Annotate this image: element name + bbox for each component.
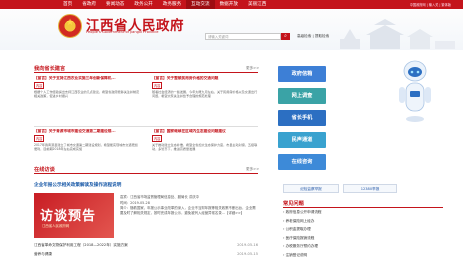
interviews-divider [34, 173, 258, 174]
discipline-report-button[interactable]: 纪检监察举报 [283, 184, 339, 193]
report-12380-button[interactable]: 12380举报 [343, 184, 397, 193]
mailbox-title[interactable]: 我向省长建言 [34, 65, 65, 72]
mailbox-item[interactable]: 【留言】关于青源市城市建设交通第二期建设规... 内容 2017年我青源县建立了… [34, 129, 140, 160]
interviews-section-header: 在线访谈 [34, 166, 55, 173]
mailbox-item[interactable]: 【留言】关于整顿民用房价格的交通问题 内容 随着社会经济的一些发展，今年大概九月… [152, 76, 258, 107]
faq-item[interactable]: › 办税服务厅预约办理 [283, 244, 443, 249]
quick-button[interactable]: 网上调查 [278, 88, 326, 104]
mailbox-item-question[interactable]: 【留言】国家继续在区域内生态建设问题建议 [152, 129, 258, 134]
interviews-more-link[interactable]: 更多>> [246, 167, 259, 172]
search-icon[interactable]: ⌕ [281, 33, 290, 40]
nav-item[interactable]: 数据开放 [215, 0, 243, 9]
faq-item[interactable]: › 公积金提取办理 [283, 227, 443, 232]
nav-item[interactable]: 省政府 [77, 0, 101, 9]
nav-item[interactable]: 政务服务 [158, 0, 186, 9]
nav-item[interactable]: 互动交流 [186, 0, 215, 9]
interview-feature-title[interactable]: 企业年报公示相关政策解读及操作流程说明 [34, 182, 121, 188]
nav-item[interactable]: 要闻动态 [101, 0, 129, 9]
top-nav-items: 首页 省政府 要闻动态 政务公开 政务服务 互动交流 数据开放 美丽江西 [58, 0, 271, 9]
mailbox-item-tag: 内容 [152, 82, 163, 89]
nav-item[interactable]: 政务公开 [129, 0, 157, 9]
interview-list-item-date: 2019-05-15 [237, 252, 258, 256]
mailbox-item-body: 2017年我青源县建立了城市交通第二期建设规划，希望能实现城市交通更加便利，目前… [34, 143, 138, 152]
mailbox-section-header: 我向省长建言 [34, 65, 65, 72]
quick-button[interactable]: 民声通道 [278, 132, 326, 148]
mailbox-item[interactable]: 【留言】国家继续在区域内生态建设问题建议 内容 关于推动建立生态补偿，希望全省加… [152, 129, 258, 160]
mailbox-item-question[interactable]: 【留言】关于支持江西农业实施三年创新保障机... [34, 76, 140, 81]
mailbox-item-tag: 内容 [34, 82, 45, 89]
mailbox-row-divider [34, 126, 258, 127]
search-input[interactable]: 请输入关键词 [205, 33, 281, 40]
site-subtitle: People's Government of Jiangxi Province [86, 30, 159, 34]
mailbox-item-body: 根据个人工作经验提出支持江西农业的几点建议，希望省政府能够关注并制定相关政策，促… [34, 90, 140, 99]
mailbox-more-link[interactable]: 更多>> [246, 66, 259, 71]
national-emblem-icon: ★ [58, 14, 82, 38]
interview-list-item-title[interactable]: 营养与健康 [34, 252, 52, 256]
quick-button[interactable]: 省长手机 [278, 110, 326, 126]
mailbox-divider [34, 72, 258, 73]
quick-button[interactable]: 在线咨询 [278, 154, 326, 170]
advanced-search-links[interactable]: 高级检索 | 提取检索 [297, 34, 329, 39]
interviews-title[interactable]: 在线访谈 [34, 166, 55, 173]
faq-divider [283, 207, 443, 208]
poster-text: 访谈预告 [40, 209, 97, 224]
interview-time: 时间：2019-05-28 [120, 201, 150, 205]
mailbox-item-body: 随着社会经济的一些发展，今年大概九月左右，关于民用房价格以及交通出行问题，希望大… [152, 90, 258, 99]
mailbox-item-body: 关于推动建立生态补偿，希望全省加大生态保护力度，市县主动对接，五级联动，多管齐下… [152, 143, 258, 152]
robot-assistant-icon[interactable] [395, 57, 433, 167]
tengwang-pavilion-illustration [340, 19, 455, 49]
faq-item[interactable]: › 注销登记说明 [283, 253, 443, 258]
quick-button[interactable]: 政府信箱 [278, 66, 326, 82]
mailbox-item-tag: 内容 [34, 135, 45, 142]
mailbox-item-tag: 内容 [152, 135, 163, 142]
faq-title: 常见问题 [283, 201, 304, 207]
site-header: ★ 江西省人民政府 People's Government of Jiangxi… [0, 9, 463, 50]
faq-item[interactable]: › 养老保险网上经办 [283, 219, 443, 224]
interview-summary: 简介：随着国家、年报公示事业改革的深入，企业不当财年报等相关政策不断出台，企业需… [120, 206, 256, 215]
interview-poster[interactable]: 访谈预告 江西省人民政府网 [34, 193, 114, 238]
nav-item[interactable]: 首页 [58, 0, 77, 9]
nav-item[interactable]: 美丽江西 [243, 0, 271, 9]
mailbox-item[interactable]: 【留言】关于支持江西农业实施三年创新保障机... 内容 根据个人工作经验提出支持… [34, 76, 140, 107]
interview-list-item[interactable]: 营养与健康 2019-05-15 [34, 252, 258, 257]
top-navigation-bar: 首页 省政府 要闻动态 政务公开 政务服务 互动交流 数据开放 美丽江西 中国政府网 | 输入… [0, 0, 463, 9]
top-right-links[interactable]: 中国政府网 | 输入关 | 繁体版 [410, 2, 451, 7]
poster-subtext: 江西省人民政府网 [42, 224, 70, 228]
mailbox-item-question[interactable]: 【留言】关于青源市城市建设交通第二期建设规... [34, 129, 140, 134]
interview-guest: 嘉宾：江西省市场监督管理局信息处、副局长 洪庆中 [120, 195, 200, 199]
mailbox-item-question[interactable]: 【留言】关于整顿民用房价格的交通问题 [152, 76, 258, 81]
interview-list-item-date: 2019-05-16 [237, 243, 258, 247]
faq-item[interactable]: › 政府信息公开申请流程 [283, 210, 443, 215]
faq-item[interactable]: › 医疗保险报销流程 [283, 236, 443, 241]
interview-list-item[interactable]: 江西省革命文物保护利用工程（2018—2022年）实施方案 2019-05-16 [34, 243, 258, 248]
interview-list-item-title[interactable]: 江西省革命文物保护利用工程（2018—2022年）实施方案 [34, 243, 128, 247]
